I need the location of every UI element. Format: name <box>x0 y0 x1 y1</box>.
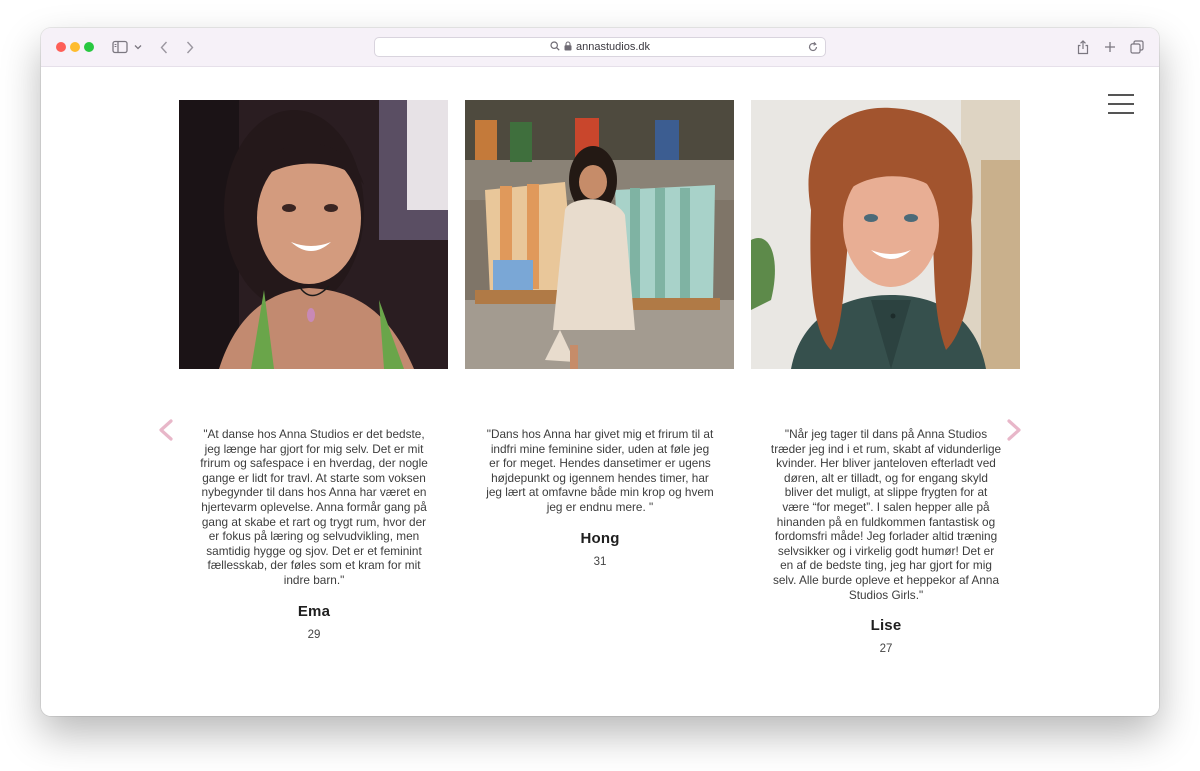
testimonial-photo-ema <box>179 100 448 369</box>
testimonial-age: 27 <box>879 643 893 656</box>
testimonial-name: Lise <box>870 617 902 635</box>
testimonial-card: "Når jeg tager til dans på Anna Studios … <box>770 427 1002 655</box>
browser-window: annastudios.dk "At danse hos Anna Studio… <box>41 28 1159 716</box>
search-icon <box>550 38 560 56</box>
tab-overview-icon[interactable] <box>1129 37 1145 57</box>
carousel-prev-button[interactable] <box>157 418 175 442</box>
lock-icon <box>564 38 572 56</box>
share-icon[interactable] <box>1075 37 1091 57</box>
chevron-right-icon <box>1005 419 1023 446</box>
testimonial-card: "At danse hos Anna Studios er det bedste… <box>198 427 430 641</box>
new-tab-icon[interactable] <box>1102 37 1118 57</box>
reload-icon[interactable] <box>806 40 820 54</box>
url-text: annastudios.dk <box>576 41 650 53</box>
testimonial-age: 31 <box>593 555 607 568</box>
sidebar-toggle-icon[interactable] <box>111 37 129 57</box>
testimonial-quote: "Dans hos Anna har givet mig et frirum t… <box>486 427 714 514</box>
testimonial-card: "Dans hos Anna har givet mig et frirum t… <box>484 427 716 568</box>
testimonial-name: Ema <box>297 602 331 620</box>
back-icon[interactable] <box>157 37 171 57</box>
close-window-button[interactable] <box>56 42 66 52</box>
forward-icon[interactable] <box>183 37 197 57</box>
chevron-left-icon <box>157 419 175 446</box>
testimonial-quote: "At danse hos Anna Studios er det bedste… <box>200 427 428 587</box>
web-page: "At danse hos Anna Studios er det bedste… <box>41 67 1159 716</box>
testimonial-photo-lise <box>751 100 1020 369</box>
testimonial-age: 29 <box>307 628 321 641</box>
zoom-window-button[interactable] <box>84 42 94 52</box>
testimonial-name: Hong <box>580 529 620 547</box>
address-bar[interactable]: annastudios.dk <box>374 37 826 57</box>
minimize-window-button[interactable] <box>70 42 80 52</box>
chevron-down-icon[interactable] <box>133 37 143 57</box>
browser-toolbar: annastudios.dk <box>41 28 1159 67</box>
hamburger-menu-icon[interactable] <box>1108 94 1134 114</box>
testimonial-photo-hong <box>465 100 734 369</box>
testimonial-quote: "Når jeg tager til dans på Anna Studios … <box>770 427 1002 602</box>
carousel-next-button[interactable] <box>1005 418 1023 442</box>
